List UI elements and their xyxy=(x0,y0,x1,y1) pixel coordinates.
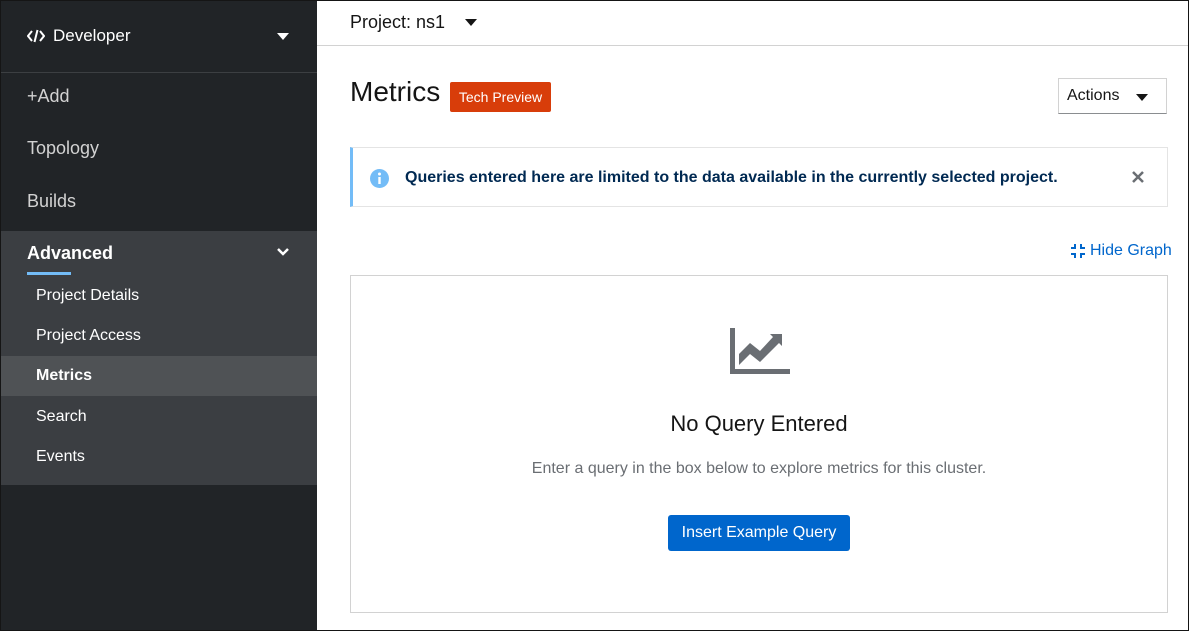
caret-down-icon xyxy=(277,33,289,40)
alert-message: Queries entered here are limited to the … xyxy=(405,169,1058,186)
nav-item-project-details[interactable]: Project Details xyxy=(0,276,317,316)
empty-state-title: No Query Entered xyxy=(670,411,848,436)
project-label: Project: ns1 xyxy=(350,12,446,32)
close-icon[interactable] xyxy=(1131,170,1145,184)
compress-icon xyxy=(1071,244,1085,258)
code-icon xyxy=(27,29,45,43)
info-circle-icon xyxy=(370,169,389,188)
nav-item-add[interactable]: +Add xyxy=(0,73,317,119)
actions-label: Actions xyxy=(1067,87,1120,104)
nav-group-advanced-label: Advanced xyxy=(27,242,114,263)
graph-empty-state: No Query Entered Enter a query in the bo… xyxy=(350,275,1168,613)
caret-down-icon xyxy=(1136,94,1148,101)
nav-item-builds[interactable]: Builds xyxy=(0,178,317,224)
project-dropdown[interactable]: Project: ns1 xyxy=(350,12,478,33)
project-bar: Project: ns1 xyxy=(317,0,1189,46)
active-group-indicator xyxy=(27,272,71,275)
area-chart-icon xyxy=(730,328,790,374)
nav-item-metrics[interactable]: Metrics xyxy=(0,356,317,396)
actions-dropdown[interactable]: Actions xyxy=(1058,78,1167,114)
empty-state-body: Enter a query in the box below to explor… xyxy=(531,460,987,477)
perspective-switcher[interactable]: Developer xyxy=(0,0,317,73)
tech-preview-badge: Tech Preview xyxy=(450,82,551,112)
nav-group-advanced-toggle[interactable]: Advanced xyxy=(0,231,317,275)
caret-down-icon xyxy=(465,19,478,26)
nav-item-topology[interactable]: Topology xyxy=(0,125,317,171)
chevron-down-icon xyxy=(277,248,289,256)
sidebar: Developer +Add Topology Builds Advanced … xyxy=(0,0,317,631)
nav-section-advanced: Advanced Project Details Project Access … xyxy=(0,231,317,485)
hide-graph-button[interactable]: Hide Graph xyxy=(1071,242,1172,260)
info-alert: Queries entered here are limited to the … xyxy=(350,147,1168,207)
perspective-label: Developer xyxy=(53,26,131,45)
nav-item-project-access[interactable]: Project Access xyxy=(0,316,317,356)
page-title: Metrics xyxy=(350,76,441,107)
hide-graph-label: Hide Graph xyxy=(1090,242,1172,259)
insert-example-query-button[interactable]: Insert Example Query xyxy=(668,515,850,551)
nav-item-events[interactable]: Events xyxy=(0,437,317,477)
nav-item-search[interactable]: Search xyxy=(0,397,317,437)
